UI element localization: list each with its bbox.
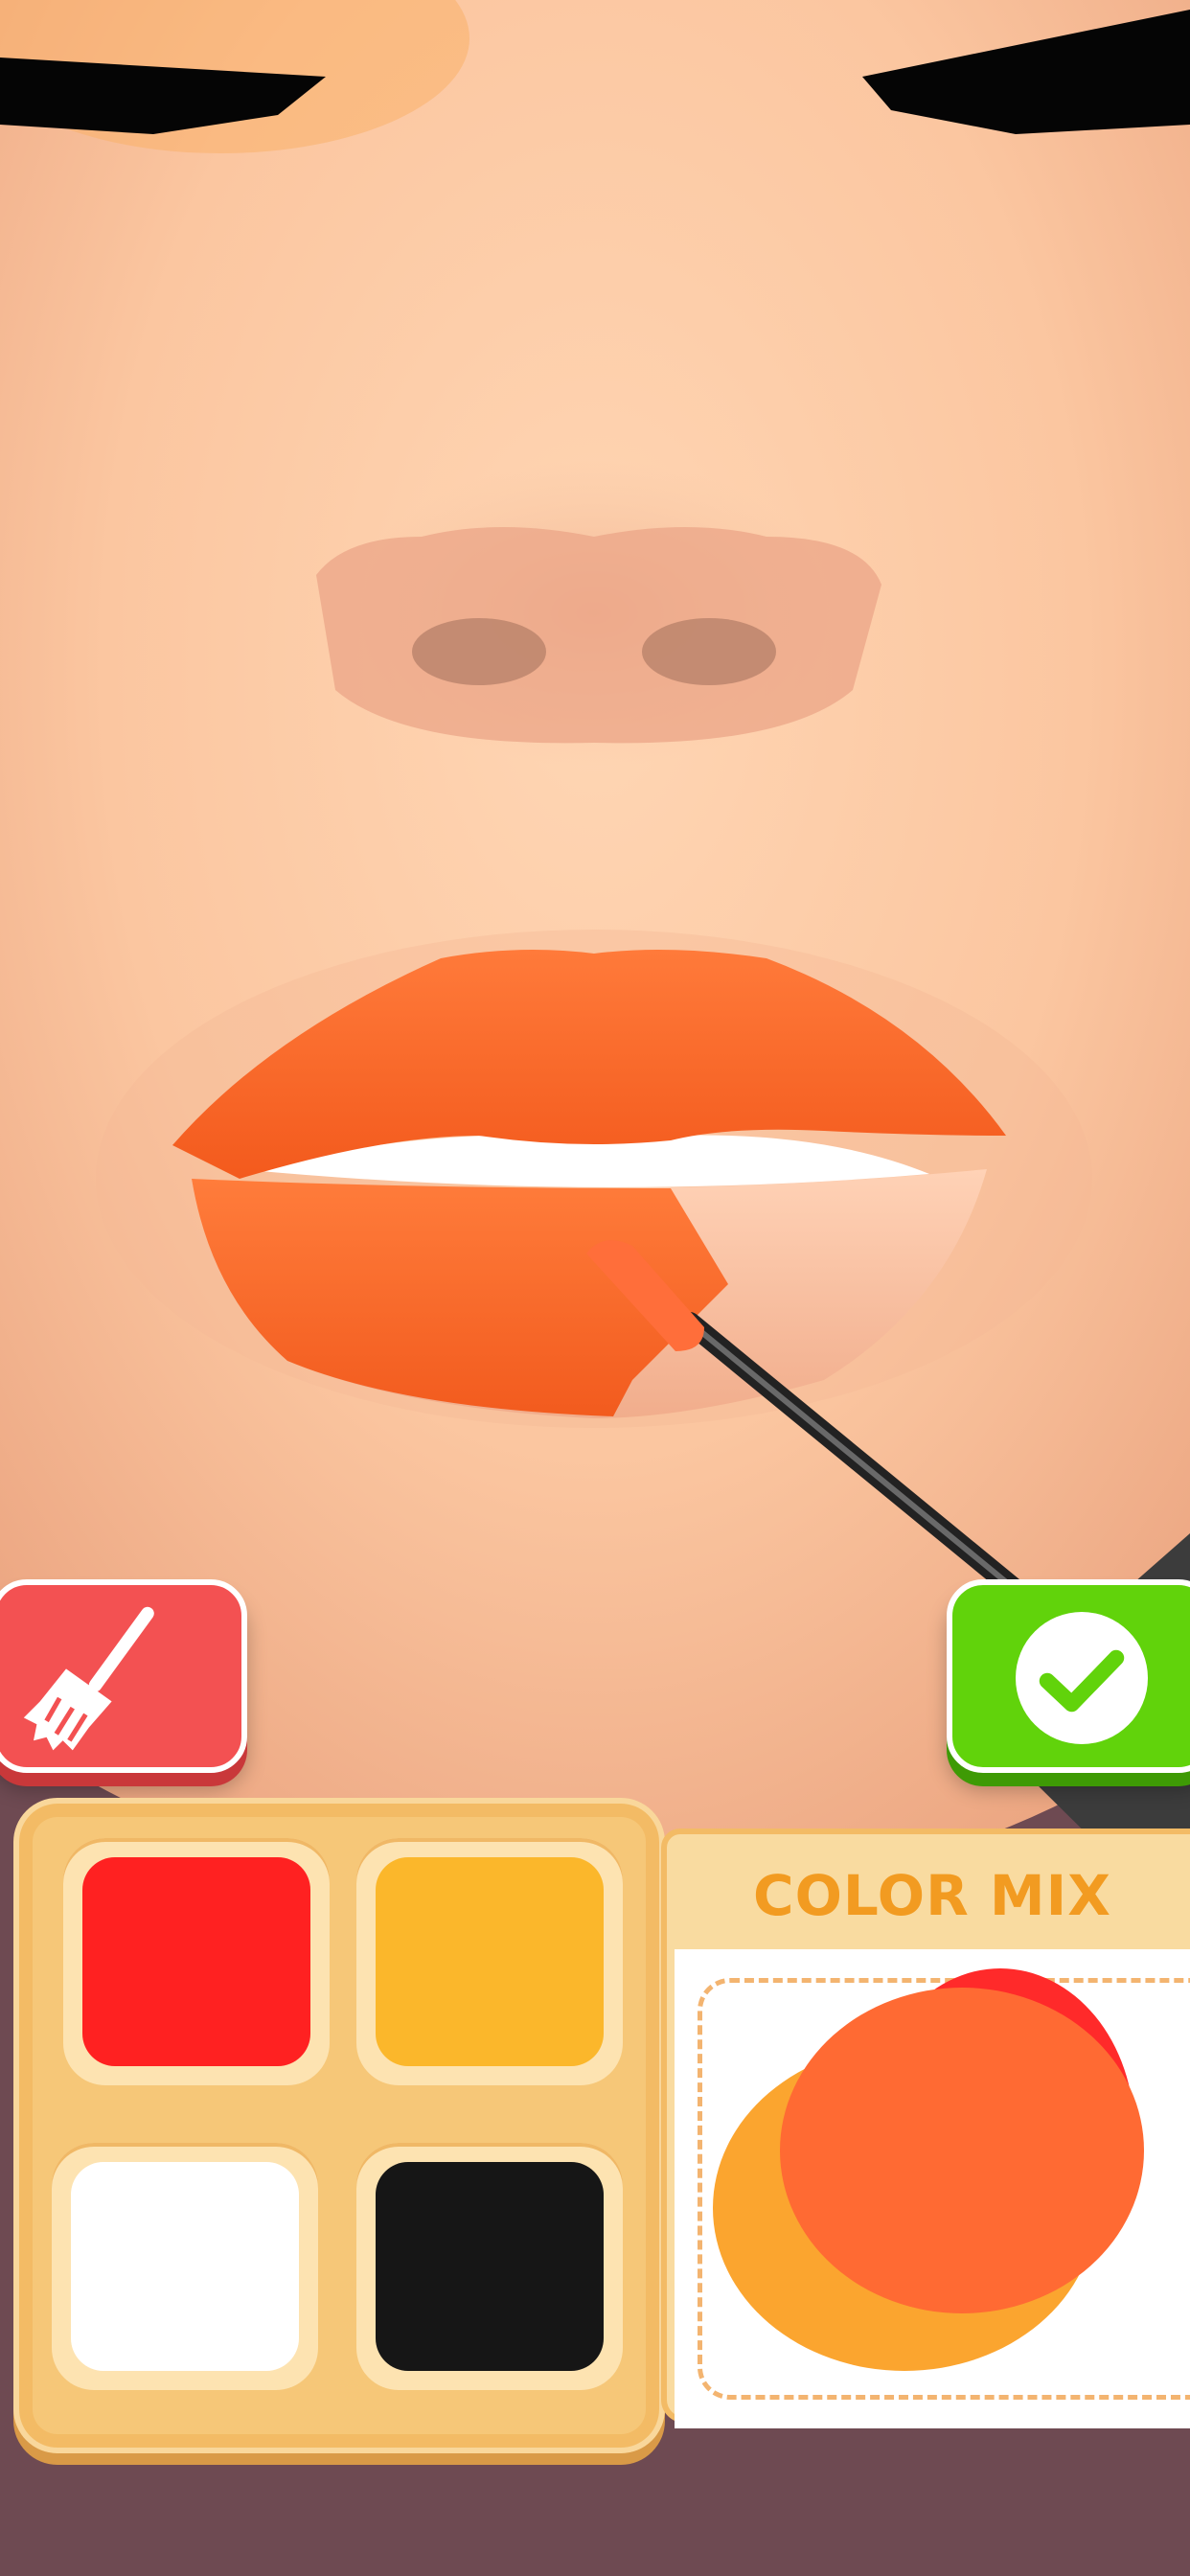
mixed-paint-blob — [713, 1968, 1144, 2371]
white-swatch[interactable] — [71, 2162, 299, 2371]
mixed-color-swatch — [780, 1988, 1144, 2313]
palette-well-black[interactable] — [356, 2143, 623, 2390]
clear-button[interactable] — [0, 1579, 247, 1773]
color-mix-panel: COLOR MIX — [661, 1828, 1190, 2428]
checkmark-icon — [1016, 1612, 1148, 1744]
palette-well-yellow[interactable] — [356, 1838, 623, 2085]
red-swatch[interactable] — [82, 1857, 310, 2066]
broom-icon — [23, 1606, 154, 1751]
color-mix-title: COLOR MIX — [753, 1863, 1111, 1928]
palette-well-white[interactable] — [52, 2143, 318, 2390]
done-button[interactable] — [947, 1579, 1190, 1773]
black-swatch[interactable] — [376, 2162, 604, 2371]
palette-well-red[interactable] — [63, 1838, 330, 2085]
color-palette — [13, 1798, 665, 2453]
yellow-swatch[interactable] — [376, 1857, 604, 2066]
mix-area[interactable] — [675, 1949, 1190, 2428]
